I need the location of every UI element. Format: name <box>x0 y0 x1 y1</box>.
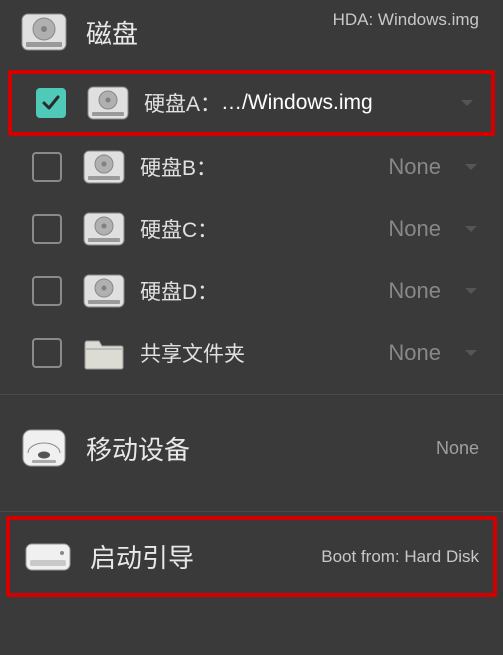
removable-title: 移动设备 <box>86 430 436 467</box>
disk-a-label: 硬盘A： <box>144 88 221 118</box>
shared-folder-checkbox[interactable] <box>32 338 62 368</box>
hard-disk-icon <box>82 273 126 309</box>
chevron-down-icon[interactable] <box>457 96 477 110</box>
hard-disk-icon <box>82 211 126 247</box>
removable-value: None <box>436 438 479 459</box>
chevron-down-icon[interactable] <box>461 284 481 298</box>
boot-title: 启动引导 <box>90 538 321 575</box>
disk-d-label: 硬盘D： <box>140 276 218 306</box>
disk-d-value: None <box>388 278 441 304</box>
boot-subtitle: Boot from: Hard Disk <box>321 547 479 567</box>
disk-d-checkbox[interactable] <box>32 276 62 306</box>
chevron-down-icon[interactable] <box>461 222 481 236</box>
folder-icon <box>82 335 126 371</box>
drive-icon <box>24 540 72 574</box>
disk-row-d[interactable]: 硬盘D： None <box>0 260 503 322</box>
chevron-down-icon[interactable] <box>461 346 481 360</box>
disk-row-a[interactable]: 硬盘A： …/Windows.img <box>8 70 495 136</box>
disk-c-label: 硬盘C： <box>140 214 218 244</box>
shared-folder-value: None <box>388 340 441 366</box>
check-icon <box>41 93 61 113</box>
disk-c-value: None <box>388 216 441 242</box>
chevron-down-icon[interactable] <box>461 160 481 174</box>
shared-folder-label: 共享文件夹 <box>140 338 245 368</box>
hard-disk-icon <box>82 149 126 185</box>
disk-c-checkbox[interactable] <box>32 214 62 244</box>
hard-disk-icon <box>86 85 130 121</box>
disk-a-checkbox[interactable] <box>36 88 66 118</box>
hard-disk-icon <box>20 12 68 52</box>
section-divider <box>0 511 503 512</box>
disk-b-label: 硬盘B： <box>140 152 217 182</box>
disk-row-b[interactable]: 硬盘B： None <box>0 136 503 198</box>
disk-b-value: None <box>388 154 441 180</box>
optical-drive-icon <box>20 427 68 469</box>
disk-b-checkbox[interactable] <box>32 152 62 182</box>
shared-folder-row[interactable]: 共享文件夹 None <box>0 322 503 384</box>
boot-section-header[interactable]: 启动引导 Boot from: Hard Disk <box>6 516 497 597</box>
removable-section-header[interactable]: 移动设备 None <box>0 395 503 501</box>
disk-row-c[interactable]: 硬盘C： None <box>0 198 503 260</box>
disks-section-header[interactable]: 磁盘 HDA: Windows.img <box>0 0 503 70</box>
disks-subtitle: HDA: Windows.img <box>333 10 479 30</box>
disk-a-value: …/Windows.img <box>221 91 443 115</box>
